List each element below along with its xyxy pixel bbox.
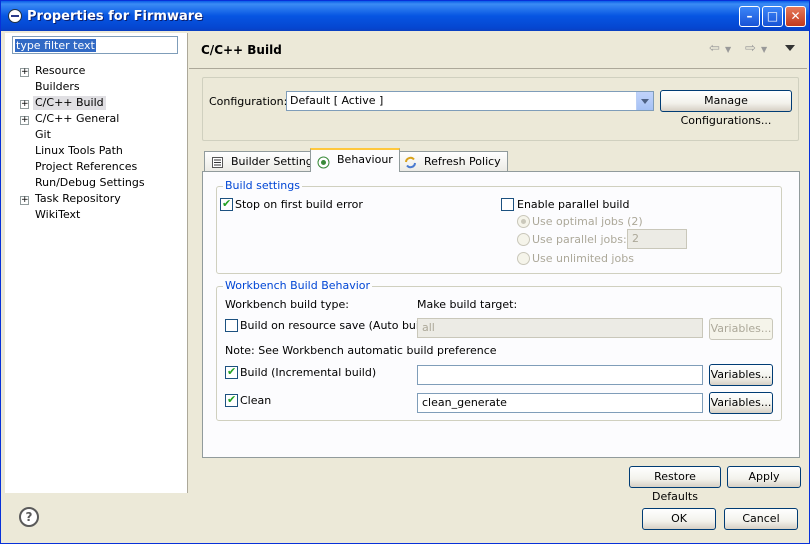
- back-menu-chevron-icon[interactable]: ▼: [725, 45, 731, 54]
- tab-builder-settings[interactable]: Builder Settings: [204, 151, 326, 171]
- tree-item-linux-tools-path[interactable]: Linux Tools Path: [35, 144, 123, 158]
- workbench-build-type-label: Workbench build type:: [225, 298, 349, 311]
- clean-label: Clean: [240, 394, 272, 407]
- incremental-variables-button[interactable]: Variables...: [709, 364, 773, 386]
- tab-refresh-policy[interactable]: Refresh Policy: [397, 151, 508, 171]
- workbench-build-title: Workbench Build Behavior: [223, 279, 373, 292]
- page-title: C/C++ Build: [201, 43, 282, 57]
- auto-build-variables-button[interactable]: Variables...: [709, 318, 773, 340]
- tree-item-cpp-general[interactable]: C/C++ General: [35, 112, 119, 126]
- stop-on-error-checkbox[interactable]: [220, 197, 233, 211]
- view-menu-icon[interactable]: [785, 45, 795, 51]
- optimal-jobs-radio[interactable]: [517, 215, 530, 228]
- tree-item-run-debug-settings[interactable]: Run/Debug Settings: [35, 176, 145, 190]
- incremental-build-target-input[interactable]: [417, 365, 703, 385]
- maximize-button[interactable]: □: [762, 6, 783, 27]
- configuration-label: Configuration:: [209, 95, 288, 108]
- clean-checkbox[interactable]: [225, 393, 238, 407]
- title-bar: Properties for Firmware – □ ✕: [1, 1, 809, 31]
- forward-menu-chevron-icon[interactable]: ▼: [761, 45, 767, 54]
- stop-on-error-label: Stop on first build error: [235, 198, 363, 211]
- tree-item-git[interactable]: Git: [35, 128, 51, 142]
- filter-placeholder: type filter text: [15, 39, 96, 52]
- chevron-down-icon[interactable]: [636, 92, 653, 110]
- behaviour-icon: [317, 156, 330, 169]
- expand-task-repository-icon[interactable]: +: [20, 196, 29, 205]
- expand-cpp-build-icon[interactable]: +: [20, 100, 29, 109]
- optimal-jobs-label: Use optimal jobs (2): [532, 215, 643, 228]
- tree-item-resource[interactable]: Resource: [35, 64, 85, 78]
- refresh-icon: [405, 156, 416, 169]
- tree-item-task-repository[interactable]: Task Repository: [35, 192, 121, 206]
- back-arrow-icon[interactable]: ⇦: [709, 41, 720, 56]
- ok-button[interactable]: OK: [642, 508, 716, 530]
- parallel-jobs-radio[interactable]: [517, 233, 530, 246]
- tab-behaviour-label: Behaviour: [337, 153, 393, 166]
- configuration-select[interactable]: Default [ Active ]: [286, 91, 654, 111]
- help-icon[interactable]: ?: [19, 507, 39, 527]
- builder-settings-icon: [212, 157, 223, 168]
- tree-item-cpp-build[interactable]: C/C++ Build: [33, 96, 106, 110]
- properties-page: C/C++ Build ⇦ ▼ ⇨ ▼ Configuration: Defau…: [189, 33, 807, 503]
- forward-arrow-icon[interactable]: ⇨: [745, 41, 756, 56]
- configuration-value: Default [ Active ]: [290, 94, 384, 107]
- cancel-button[interactable]: Cancel: [724, 508, 798, 530]
- category-tree-panel: type filter text + Resource Builders + C…: [5, 33, 188, 493]
- auto-build-checkbox[interactable]: [225, 319, 238, 332]
- parallel-jobs-label: Use parallel jobs:: [532, 233, 627, 246]
- incremental-build-label: Build (Incremental build): [240, 366, 377, 379]
- expand-cpp-general-icon[interactable]: +: [20, 116, 29, 125]
- auto-build-label: Build on resource save (Auto build): [240, 319, 434, 332]
- tab-builder-settings-label: Builder Settings: [231, 155, 319, 168]
- behaviour-panel: Build settings Stop on first build error…: [202, 171, 800, 458]
- unlimited-jobs-radio[interactable]: [517, 252, 530, 265]
- expand-resource-icon[interactable]: +: [20, 68, 29, 77]
- clean-variables-button[interactable]: Variables...: [709, 392, 773, 414]
- manage-configurations-button[interactable]: Manage Configurations...: [660, 90, 792, 127]
- tree-item-builders[interactable]: Builders: [35, 80, 80, 94]
- incremental-build-checkbox[interactable]: [225, 365, 238, 379]
- tree-item-project-references[interactable]: Project References: [35, 160, 137, 174]
- close-button[interactable]: ✕: [785, 6, 806, 27]
- workbench-note: Note: See Workbench automatic build pref…: [225, 344, 497, 357]
- tab-behaviour[interactable]: Behaviour: [310, 148, 400, 172]
- properties-dialog: Properties for Firmware – □ ✕ type filte…: [0, 0, 810, 544]
- eclipse-app-icon: [8, 9, 22, 23]
- make-build-target-label: Make build target:: [417, 298, 518, 311]
- minimize-button[interactable]: –: [739, 6, 760, 27]
- restore-defaults-button[interactable]: Restore Defaults: [629, 466, 721, 503]
- parallel-build-label: Enable parallel build: [517, 198, 630, 211]
- parallel-build-checkbox[interactable]: [501, 198, 514, 211]
- auto-build-target-input[interactable]: all: [417, 318, 703, 338]
- separator: [189, 68, 807, 69]
- tree-item-wikitext[interactable]: WikiText: [35, 208, 80, 222]
- parallel-jobs-spinner[interactable]: 2: [627, 229, 687, 249]
- unlimited-jobs-label: Use unlimited jobs: [532, 252, 634, 265]
- build-settings-title: Build settings: [223, 179, 302, 192]
- window-title: Properties for Firmware: [27, 9, 203, 24]
- clean-target-input[interactable]: clean_generate: [417, 393, 703, 413]
- tab-refresh-policy-label: Refresh Policy: [424, 155, 501, 168]
- apply-button[interactable]: Apply: [727, 466, 801, 488]
